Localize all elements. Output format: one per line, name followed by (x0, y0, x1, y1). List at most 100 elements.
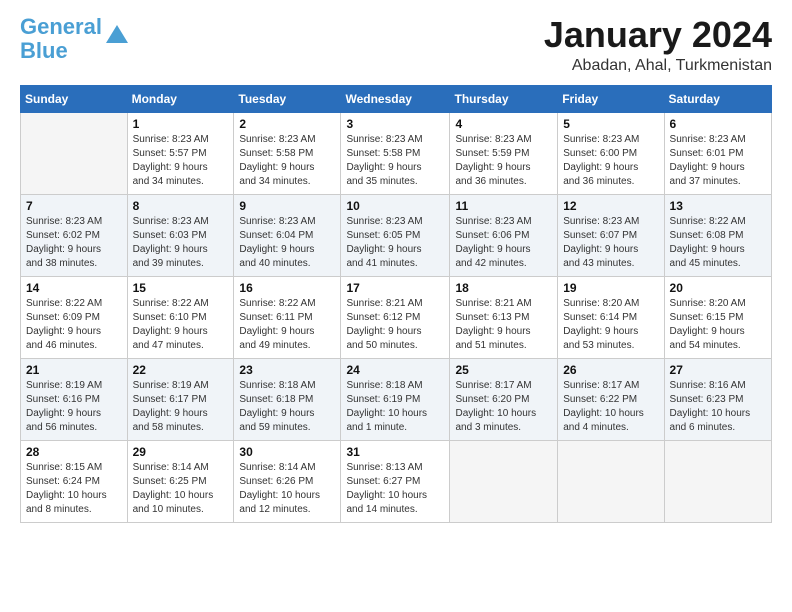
calendar-cell: 16 Sunrise: 8:22 AM Sunset: 6:11 PM Dayli… (234, 276, 341, 358)
day-number: 8 (133, 199, 229, 213)
day-number: 9 (239, 199, 335, 213)
day-info: Sunrise: 8:23 AM Sunset: 6:07 PM Dayligh… (563, 215, 658, 271)
day-info: Sunrise: 8:21 AM Sunset: 6:13 PM Dayligh… (455, 297, 552, 353)
header-sunday: Sunday (21, 85, 128, 112)
day-number: 12 (563, 199, 658, 213)
week-row-2: 7Sunrise: 8:23 AM Sunset: 6:02 PM Daylig… (21, 194, 772, 276)
day-number: 2 (239, 117, 335, 131)
day-number: 3 (346, 117, 444, 131)
day-info: Sunrise: 8:23 AM Sunset: 6:04 PM Dayligh… (239, 215, 335, 271)
calendar-cell: 13Sunrise: 8:22 AM Sunset: 6:08 PM Dayli… (664, 194, 771, 276)
day-number: 17 (346, 281, 444, 295)
day-info: Sunrise: 8:13 AM Sunset: 6:27 PM Dayligh… (346, 461, 444, 517)
day-info: Sunrise: 8:23 AM Sunset: 6:05 PM Dayligh… (346, 215, 444, 271)
calendar-cell: 19Sunrise: 8:20 AM Sunset: 6:14 PM Dayli… (558, 276, 664, 358)
header-monday: Monday (127, 85, 234, 112)
day-info: Sunrise: 8:18 AM Sunset: 6:18 PM Dayligh… (239, 379, 335, 435)
calendar-cell: 17Sunrise: 8:21 AM Sunset: 6:12 PM Dayli… (341, 276, 450, 358)
day-info: Sunrise: 8:23 AM Sunset: 5:59 PM Dayligh… (455, 133, 552, 189)
day-number: 20 (670, 281, 766, 295)
calendar-header-row: Sunday Monday Tuesday Wednesday Thursday… (21, 85, 772, 112)
calendar-cell: 2 Sunrise: 8:23 AM Sunset: 5:58 PM Daylig… (234, 112, 341, 194)
day-number: 11 (455, 199, 552, 213)
header-wednesday: Wednesday (341, 85, 450, 112)
day-number: 23 (239, 363, 335, 377)
week-row-4: 21 Sunrise: 8:19 AM Sunset: 6:16 PM Dayli… (21, 358, 772, 440)
calendar-cell: 8Sunrise: 8:23 AM Sunset: 6:03 PM Daylig… (127, 194, 234, 276)
day-info: Sunrise: 8:17 AM Sunset: 6:20 PM Dayligh… (455, 379, 552, 435)
calendar-cell: 6 Sunrise: 8:23 AM Sunset: 6:01 PM Daylig… (664, 112, 771, 194)
day-number: 26 (563, 363, 658, 377)
location: Abadan, Ahal, Turkmenistan (544, 57, 772, 75)
header-saturday: Saturday (664, 85, 771, 112)
day-number: 6 (670, 117, 766, 131)
day-number: 25 (455, 363, 552, 377)
header-friday: Friday (558, 85, 664, 112)
calendar-cell: 30 Sunrise: 8:14 AM Sunset: 6:26 PM Dayli… (234, 440, 341, 522)
day-info: Sunrise: 8:18 AM Sunset: 6:19 PM Dayligh… (346, 379, 444, 435)
day-info: Sunrise: 8:22 AM Sunset: 6:10 PM Dayligh… (133, 297, 229, 353)
logo-icon (106, 25, 128, 43)
calendar-cell: 14 Sunrise: 8:22 AM Sunset: 6:09 PM Dayli… (21, 276, 128, 358)
day-info: Sunrise: 8:19 AM Sunset: 6:17 PM Dayligh… (133, 379, 229, 435)
day-info: Sunrise: 8:15 AM Sunset: 6:24 PM Dayligh… (26, 461, 122, 517)
calendar-cell: 26Sunrise: 8:17 AM Sunset: 6:22 PM Dayli… (558, 358, 664, 440)
day-info: Sunrise: 8:23 AM Sunset: 5:58 PM Dayligh… (346, 133, 444, 189)
calendar-cell: 27 Sunrise: 8:16 AM Sunset: 6:23 PM Dayli… (664, 358, 771, 440)
calendar-cell: 10 Sunrise: 8:23 AM Sunset: 6:05 PM Dayli… (341, 194, 450, 276)
day-number: 13 (670, 199, 766, 213)
day-info: Sunrise: 8:23 AM Sunset: 6:01 PM Dayligh… (670, 133, 766, 189)
calendar-cell: 31 Sunrise: 8:13 AM Sunset: 6:27 PM Dayli… (341, 440, 450, 522)
calendar-cell: 18 Sunrise: 8:21 AM Sunset: 6:13 PM Dayli… (450, 276, 558, 358)
day-info: Sunrise: 8:14 AM Sunset: 6:25 PM Dayligh… (133, 461, 229, 517)
day-info: Sunrise: 8:23 AM Sunset: 5:58 PM Dayligh… (239, 133, 335, 189)
calendar-cell: 5 Sunrise: 8:23 AM Sunset: 6:00 PM Daylig… (558, 112, 664, 194)
header: General Blue January 2024 Abadan, Ahal, … (20, 15, 772, 75)
calendar-cell: 3 Sunrise: 8:23 AM Sunset: 5:58 PM Daylig… (341, 112, 450, 194)
calendar-cell: 12 Sunrise: 8:23 AM Sunset: 6:07 PM Dayli… (558, 194, 664, 276)
day-number: 28 (26, 445, 122, 459)
calendar-cell: 21 Sunrise: 8:19 AM Sunset: 6:16 PM Dayli… (21, 358, 128, 440)
day-number: 5 (563, 117, 658, 131)
calendar-cell: 15 Sunrise: 8:22 AM Sunset: 6:10 PM Dayli… (127, 276, 234, 358)
day-number: 1 (133, 117, 229, 131)
header-tuesday: Tuesday (234, 85, 341, 112)
calendar-cell: 7Sunrise: 8:23 AM Sunset: 6:02 PM Daylig… (21, 194, 128, 276)
day-number: 30 (239, 445, 335, 459)
day-number: 21 (26, 363, 122, 377)
day-number: 10 (346, 199, 444, 213)
day-number: 27 (670, 363, 766, 377)
week-row-1: 1 Sunrise: 8:23 AM Sunset: 5:57 PM Daylig… (21, 112, 772, 194)
week-row-3: 14 Sunrise: 8:22 AM Sunset: 6:09 PM Dayli… (21, 276, 772, 358)
day-info: Sunrise: 8:23 AM Sunset: 6:06 PM Dayligh… (455, 215, 552, 271)
calendar-cell: 23 Sunrise: 8:18 AM Sunset: 6:18 PM Dayli… (234, 358, 341, 440)
calendar-cell (450, 440, 558, 522)
day-number: 24 (346, 363, 444, 377)
title-section: January 2024 Abadan, Ahal, Turkmenistan (544, 15, 772, 75)
day-number: 22 (133, 363, 229, 377)
day-number: 31 (346, 445, 444, 459)
day-number: 4 (455, 117, 552, 131)
day-number: 18 (455, 281, 552, 295)
day-info: Sunrise: 8:19 AM Sunset: 6:16 PM Dayligh… (26, 379, 122, 435)
logo-text: General Blue (20, 15, 102, 63)
day-number: 7 (26, 199, 122, 213)
day-number: 19 (563, 281, 658, 295)
day-number: 16 (239, 281, 335, 295)
calendar-cell: 29Sunrise: 8:14 AM Sunset: 6:25 PM Dayli… (127, 440, 234, 522)
day-number: 14 (26, 281, 122, 295)
day-info: Sunrise: 8:23 AM Sunset: 5:57 PM Dayligh… (133, 133, 229, 189)
calendar-table: Sunday Monday Tuesday Wednesday Thursday… (20, 85, 772, 523)
day-info: Sunrise: 8:22 AM Sunset: 6:11 PM Dayligh… (239, 297, 335, 353)
day-number: 15 (133, 281, 229, 295)
day-info: Sunrise: 8:14 AM Sunset: 6:26 PM Dayligh… (239, 461, 335, 517)
calendar-cell: 11 Sunrise: 8:23 AM Sunset: 6:06 PM Dayli… (450, 194, 558, 276)
month-title: January 2024 (544, 15, 772, 55)
calendar-cell (664, 440, 771, 522)
day-info: Sunrise: 8:22 AM Sunset: 6:09 PM Dayligh… (26, 297, 122, 353)
week-row-5: 28 Sunrise: 8:15 AM Sunset: 6:24 PM Dayli… (21, 440, 772, 522)
calendar-cell: 1 Sunrise: 8:23 AM Sunset: 5:57 PM Daylig… (127, 112, 234, 194)
day-info: Sunrise: 8:16 AM Sunset: 6:23 PM Dayligh… (670, 379, 766, 435)
day-info: Sunrise: 8:23 AM Sunset: 6:00 PM Dayligh… (563, 133, 658, 189)
calendar-cell: 28 Sunrise: 8:15 AM Sunset: 6:24 PM Dayli… (21, 440, 128, 522)
